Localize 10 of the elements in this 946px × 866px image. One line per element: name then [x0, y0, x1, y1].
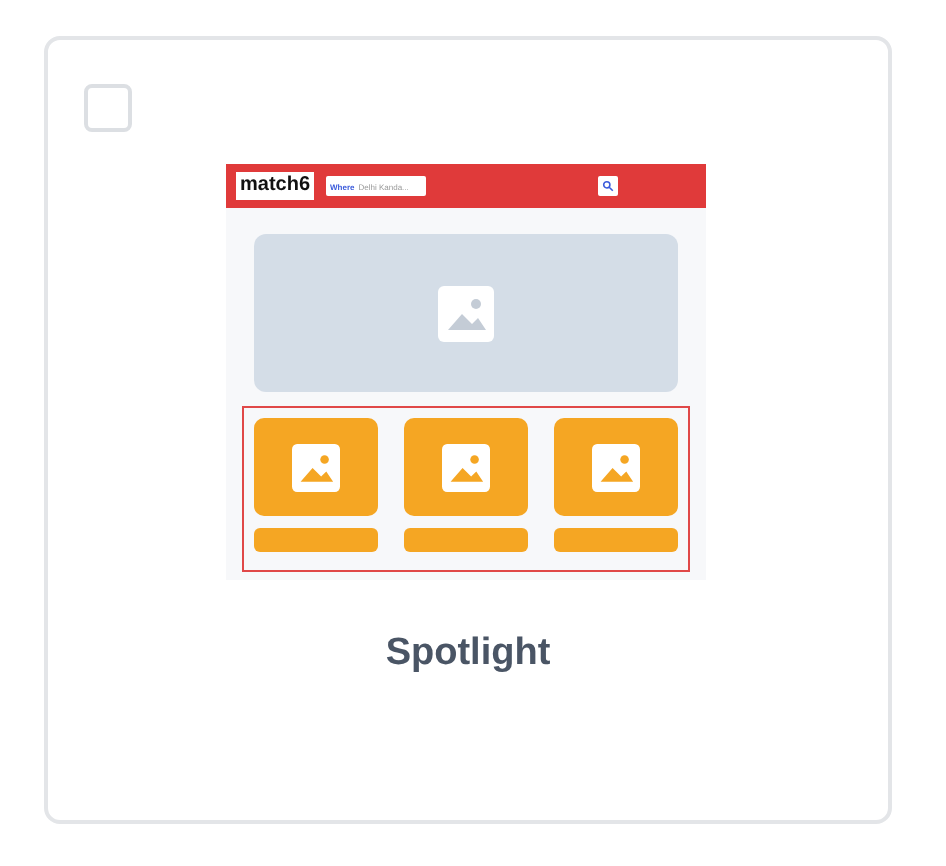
image-icon: [442, 443, 490, 491]
caption-placeholder: [254, 528, 378, 552]
image-icon: [292, 443, 340, 491]
image-icon: [438, 285, 494, 341]
card-title: Spotlight: [385, 632, 551, 676]
checkbox[interactable]: [84, 84, 132, 132]
caption-placeholder: [554, 528, 678, 552]
caption-placeholder: [404, 528, 528, 552]
logo: match6: [236, 172, 315, 200]
image-icon: [592, 443, 640, 491]
